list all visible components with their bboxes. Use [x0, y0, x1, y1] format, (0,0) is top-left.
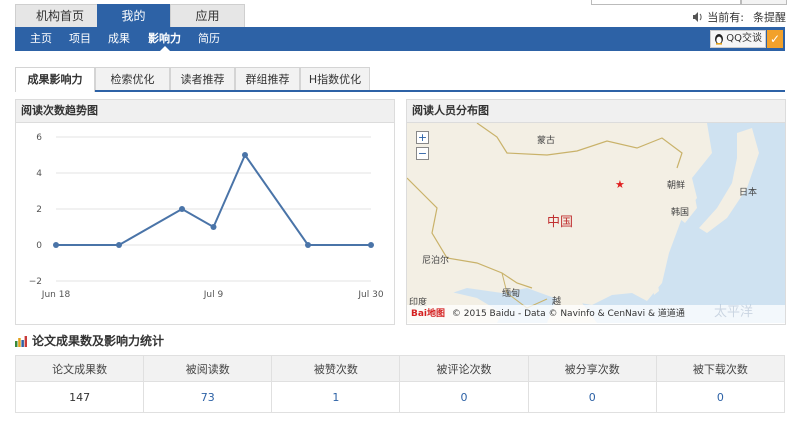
main-nav: 主页 项目 成果 影响力 简历 QQ交谈 ✓ — [15, 27, 785, 51]
notification-info: 当前有: 条提醒 — [692, 9, 786, 25]
current-prefix: 当前有: — [707, 11, 744, 24]
map-zoom-out-button[interactable]: − — [416, 147, 429, 160]
reader-distribution-title: 阅读人员分布图 — [407, 100, 785, 123]
trend-line — [56, 152, 371, 246]
nav-item-home[interactable]: 主页 — [30, 27, 52, 51]
map-label-nepal: 尼泊尔 — [422, 256, 450, 266]
map-copyright: © 2015 Baidu - Data © Navinfo & CenNavi … — [451, 309, 685, 319]
header-share-count: 被分享次数 — [527, 355, 657, 382]
header-output-count: 论文成果数 — [14, 355, 145, 382]
tab-group-recommend[interactable]: 群组推荐 — [235, 67, 300, 90]
stats-value-row: 147 73 1 0 0 0 — [14, 381, 786, 413]
y-tick-label: −2 — [29, 277, 42, 287]
value-share-count[interactable]: 0 — [527, 381, 657, 413]
data-point — [242, 152, 248, 158]
nav-item-resume[interactable]: 简历 — [198, 27, 220, 51]
top-tab-bar: 机构首页 我的 应用 检索 当前有: 条提醒 — [0, 0, 800, 27]
x-tick-label: Jul 30 — [357, 290, 383, 300]
map-label-north-korea: 朝鲜 — [667, 181, 686, 191]
map-attribution: Bai地图 © 2015 Baidu - Data © Navinfo & Ce… — [407, 305, 785, 323]
stats-header-row: 论文成果数 被阅读数 被赞次数 被评论次数 被分享次数 被下载次数 — [14, 355, 786, 382]
x-tick-label: Jul 9 — [203, 290, 224, 300]
map-label-mongolia: 蒙古 — [537, 136, 556, 146]
data-point — [210, 224, 217, 230]
map-label-japan: 日本 — [739, 188, 758, 198]
stats-title-text: 论文成果数及影响力统计 — [32, 334, 165, 348]
data-point — [305, 242, 311, 248]
search-input[interactable] — [591, 0, 741, 5]
tab-h-index-optimize[interactable]: H指数优化 — [300, 67, 370, 90]
x-tick-label: Jun 18 — [41, 290, 71, 300]
bar-chart-icon — [15, 335, 27, 347]
map-zoom-in-button[interactable]: + — [416, 131, 429, 144]
qq-chat-button[interactable]: QQ交谈 ✓ — [710, 30, 783, 48]
qq-chat-label: QQ交谈 — [726, 33, 762, 44]
search-button[interactable]: 检索 — [741, 0, 787, 5]
current-value[interactable]: 条提醒 — [753, 9, 786, 25]
qq-chat-label-box: QQ交谈 — [710, 30, 766, 48]
header-like-count: 被赞次数 — [271, 355, 401, 382]
data-point — [53, 242, 59, 248]
nav-item-projects[interactable]: 项目 — [69, 27, 91, 51]
check-icon: ✓ — [767, 30, 783, 48]
value-download-count[interactable]: 0 — [655, 381, 786, 413]
data-point — [116, 242, 122, 248]
y-tick-label: 2 — [36, 205, 42, 215]
y-tick-label: 4 — [36, 169, 42, 179]
y-tick-label: 6 — [36, 133, 42, 143]
reading-trend-title: 阅读次数趋势图 — [16, 100, 394, 123]
value-read-count[interactable]: 73 — [143, 381, 273, 413]
influence-sub-tabs: 成果影响力 检索优化 读者推荐 群组推荐 H指数优化 — [15, 67, 785, 92]
speaker-icon — [692, 12, 704, 22]
map-label-china: 中国 — [547, 215, 574, 230]
tab-output-influence[interactable]: 成果影响力 — [15, 67, 95, 92]
y-tick-label: 0 — [36, 241, 42, 251]
map-landmass — [407, 123, 759, 323]
reading-trend-chart: 6 4 2 0 −2 Jun 18 Jul 9 Jul 30 — [29, 133, 384, 300]
qq-penguin-icon — [714, 33, 724, 45]
tab-apps[interactable]: 应用 — [170, 4, 245, 27]
stats-section-title: 论文成果数及影响力统计 — [15, 333, 164, 349]
reader-location-marker-icon[interactable]: ★ — [615, 178, 625, 191]
reader-map[interactable]: + − 蒙古 中国 朝鲜 韩国 日本 尼泊尔 缅甸 越 印度 太平洋 ★ Bai… — [407, 123, 785, 323]
value-like-count[interactable]: 1 — [271, 381, 401, 413]
tab-reader-recommend[interactable]: 读者推荐 — [170, 67, 235, 90]
header-read-count: 被阅读数 — [143, 355, 273, 382]
nav-item-influence[interactable]: 影响力 — [148, 27, 181, 51]
value-comment-count[interactable]: 0 — [399, 381, 529, 413]
stats-table: 论文成果数 被阅读数 被赞次数 被评论次数 被分享次数 被下载次数 147 73… — [14, 355, 786, 413]
data-point — [368, 242, 374, 248]
tab-institution-home[interactable]: 机构首页 — [15, 4, 105, 27]
header-comment-count: 被评论次数 — [399, 355, 529, 382]
reader-distribution-panel: 阅读人员分布图 + − 蒙古 中国 朝鲜 韩国 日本 尼泊尔 缅甸 越 印度 ★… — [406, 99, 786, 325]
data-point — [179, 206, 185, 212]
map-label-myanmar: 缅甸 — [502, 289, 521, 299]
tab-search-optimize[interactable]: 检索优化 — [95, 67, 170, 90]
value-output-count: 147 — [14, 381, 145, 413]
nav-item-outputs[interactable]: 成果 — [108, 27, 130, 51]
tab-mine[interactable]: 我的 — [97, 4, 170, 27]
map-label-south-korea: 韩国 — [671, 208, 690, 218]
reading-trend-panel: 阅读次数趋势图 6 4 2 0 −2 Jun 18 Jul 9 Jul 30 — [15, 99, 395, 325]
baidu-logo: Bai地图 — [411, 309, 446, 319]
header-download-count: 被下载次数 — [655, 355, 786, 382]
